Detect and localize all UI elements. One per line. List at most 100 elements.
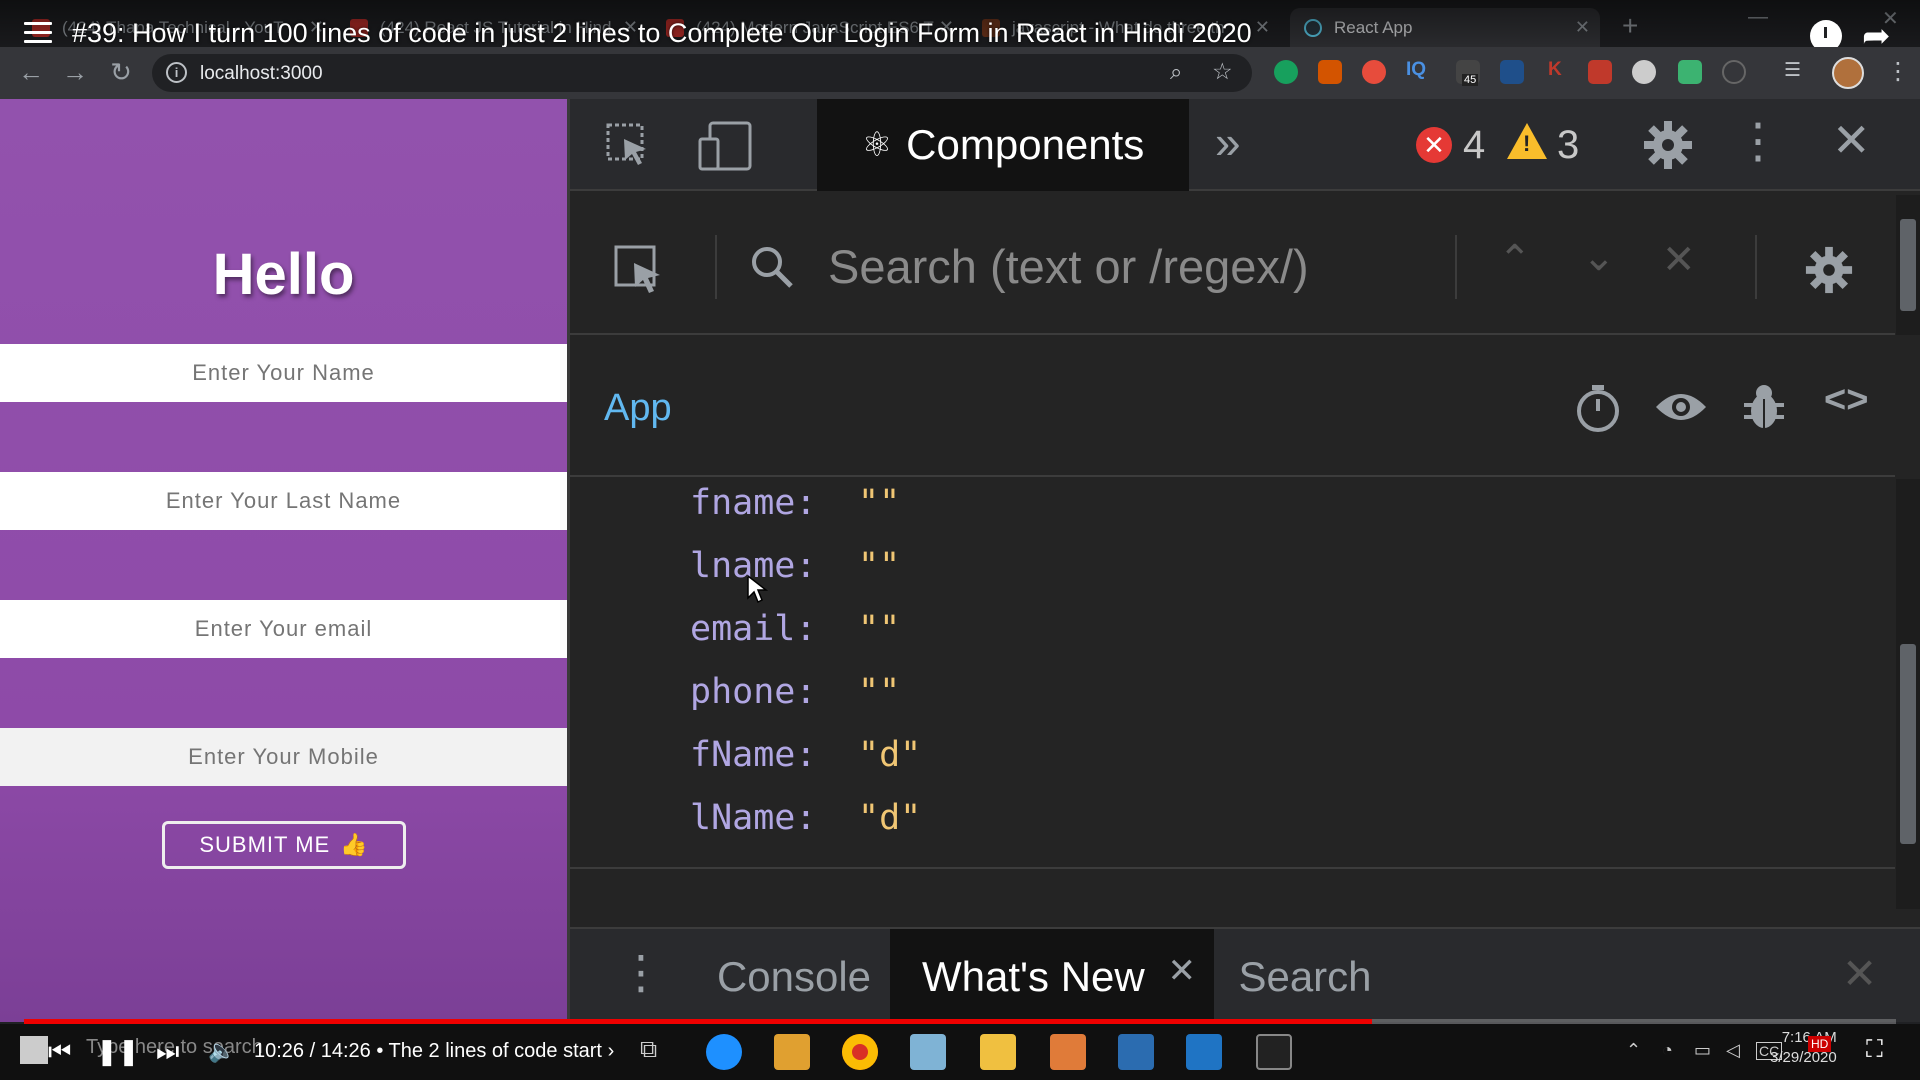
notepad-icon[interactable] [910,1034,946,1070]
chrome-icon[interactable] [842,1034,878,1070]
devtools-close-icon[interactable]: ✕ [1832,113,1871,167]
bookmark-star-icon[interactable]: ☆ [1212,58,1233,85]
state-value[interactable]: "" [858,546,900,596]
bookmark-extension-icon[interactable] [1318,60,1342,84]
windows-start-icon[interactable] [20,1036,48,1064]
battery-icon[interactable]: ▭ [1694,1040,1711,1061]
settings-gear-icon[interactable] [1642,119,1694,171]
search-prev-icon[interactable]: ⌃ [1498,237,1532,283]
error-icon[interactable]: ✕ [1416,127,1452,163]
email-input[interactable] [0,600,567,658]
scrollbar-thumb[interactable] [1900,219,1916,311]
state-value[interactable]: "" [858,609,900,659]
new-tab-icon[interactable]: + [1622,10,1638,42]
submit-button[interactable]: SUBMIT ME 👍 [162,821,406,869]
volume-icon[interactable]: 🔈 [208,1038,235,1064]
iq-extension-icon[interactable]: IQ [1406,59,1426,81]
video-chapter[interactable]: • The 2 lines of code start [376,1040,602,1062]
fullscreen-icon[interactable]: ⛶ [1866,1036,1883,1064]
select-component-icon[interactable] [614,245,666,297]
extension-badge-icon[interactable]: 45 [1456,60,1480,86]
url-text[interactable]: localhost:3000 [200,63,323,85]
drawer-tab-search[interactable]: Search [1220,929,1390,1024]
video-title[interactable]: #39: How I turn 100 lines of code in jus… [72,18,1252,49]
state-row[interactable]: fname: "" [690,483,900,533]
component-settings-icon[interactable] [1804,245,1854,295]
app-icon[interactable] [1118,1034,1154,1070]
feather-extension-icon[interactable] [1632,60,1656,84]
file-explorer-icon[interactable] [980,1034,1016,1070]
terminal-icon[interactable] [1256,1034,1292,1070]
minimize-icon[interactable]: — [1748,6,1768,29]
more-tabs-chevron-icon[interactable]: » [1215,115,1241,169]
tab-close-icon[interactable]: ✕ [1255,17,1270,38]
state-row[interactable]: lName: "d" [690,798,921,848]
inspect-dom-eye-icon[interactable] [1654,389,1708,425]
speaker-icon[interactable]: ◁ [1726,1040,1740,1061]
playlist-menu-icon[interactable] [24,22,52,44]
zoom-icon[interactable]: ⌕ [1170,59,1182,85]
drawer-tab-whats-new[interactable]: What's New ✕ [890,929,1214,1024]
site-info-icon[interactable]: i [166,62,187,83]
state-row[interactable]: email: "" [690,609,900,659]
component-search-input[interactable] [828,239,1468,293]
last-name-input[interactable] [0,472,567,530]
vscode-icon[interactable] [1186,1034,1222,1070]
warning-count[interactable]: 3 [1557,123,1579,168]
tab-components[interactable]: ⚛ Components [817,99,1189,191]
state-scrollbar[interactable] [1896,479,1920,909]
state-value-editing[interactable]: "d" [858,735,921,785]
forward-icon[interactable]: → [60,57,90,88]
grammarly-extension-icon[interactable] [1274,60,1298,84]
store-icon[interactable] [774,1034,810,1070]
error-count[interactable]: 4 [1463,123,1485,168]
debug-bug-icon[interactable] [1742,383,1786,431]
state-value[interactable]: "d" [858,798,921,848]
wifi-icon[interactable]: ◔ [1662,1040,1673,1061]
tab-close-icon[interactable]: ✕ [1575,17,1590,38]
device-toolbar-icon[interactable] [698,121,754,171]
warning-icon[interactable]: ! [1507,123,1547,159]
adblock-extension-icon[interactable] [1362,60,1386,84]
view-source-icon[interactable]: <> [1824,379,1868,422]
drawer-tab-console[interactable]: Console [705,929,883,1024]
tray-chevron-icon[interactable]: ⌃ [1626,1040,1641,1061]
back-icon[interactable]: ← [16,57,46,88]
component-name[interactable]: App [604,387,672,430]
chapter-chevron-icon[interactable]: › [608,1040,615,1062]
search-next-icon[interactable]: ⌃ [1582,231,1616,277]
task-view-icon[interactable]: ⧉ [640,1036,657,1064]
drawer-close-icon[interactable]: ✕ [1842,949,1877,998]
notion-extension-icon[interactable] [1500,60,1524,84]
ie-browser-icon[interactable] [706,1034,742,1070]
stopwatch-icon[interactable] [1574,383,1622,433]
previous-video-icon[interactable]: ⏮ [48,1036,71,1068]
disabled-extension-icon[interactable] [1722,60,1746,84]
name-input[interactable] [0,344,567,402]
mobile-input[interactable] [0,728,567,786]
state-row[interactable]: lname: "" [690,546,900,596]
browser-tab-active[interactable]: React App ✕ [1290,8,1600,47]
next-video-icon[interactable]: ⏭ [156,1036,179,1068]
pause-icon[interactable]: ❚❚ [96,1036,140,1067]
hd-quality-icon[interactable]: HD [1808,1036,1832,1052]
drawer-tab-close-icon[interactable]: ✕ [1168,951,1197,991]
state-row[interactable]: phone: "" [690,672,900,722]
drawer-menu-icon[interactable]: ⋮ [618,945,664,999]
state-row[interactable]: fName: "d" [690,735,921,785]
search-scrollbar[interactable] [1896,195,1920,335]
reload-icon[interactable]: ↻ [106,57,136,88]
d-extension-icon[interactable] [1678,60,1702,84]
xampp-icon[interactable] [1050,1034,1086,1070]
media-queue-icon[interactable]: ☰ [1784,59,1801,82]
k-extension-icon[interactable]: K [1548,59,1562,81]
state-value[interactable]: "" [858,672,900,722]
profile-avatar[interactable] [1832,57,1864,89]
scrollbar-thumb[interactable] [1900,644,1916,844]
state-value[interactable]: "" [858,483,900,533]
search-clear-icon[interactable]: ✕ [1662,237,1696,283]
address-bar[interactable]: i localhost:3000 ⌕ ☆ [152,54,1252,92]
gift-extension-icon[interactable] [1588,60,1612,84]
browser-menu-icon[interactable]: ⋮ [1886,57,1910,86]
inspect-element-icon[interactable] [606,123,652,169]
